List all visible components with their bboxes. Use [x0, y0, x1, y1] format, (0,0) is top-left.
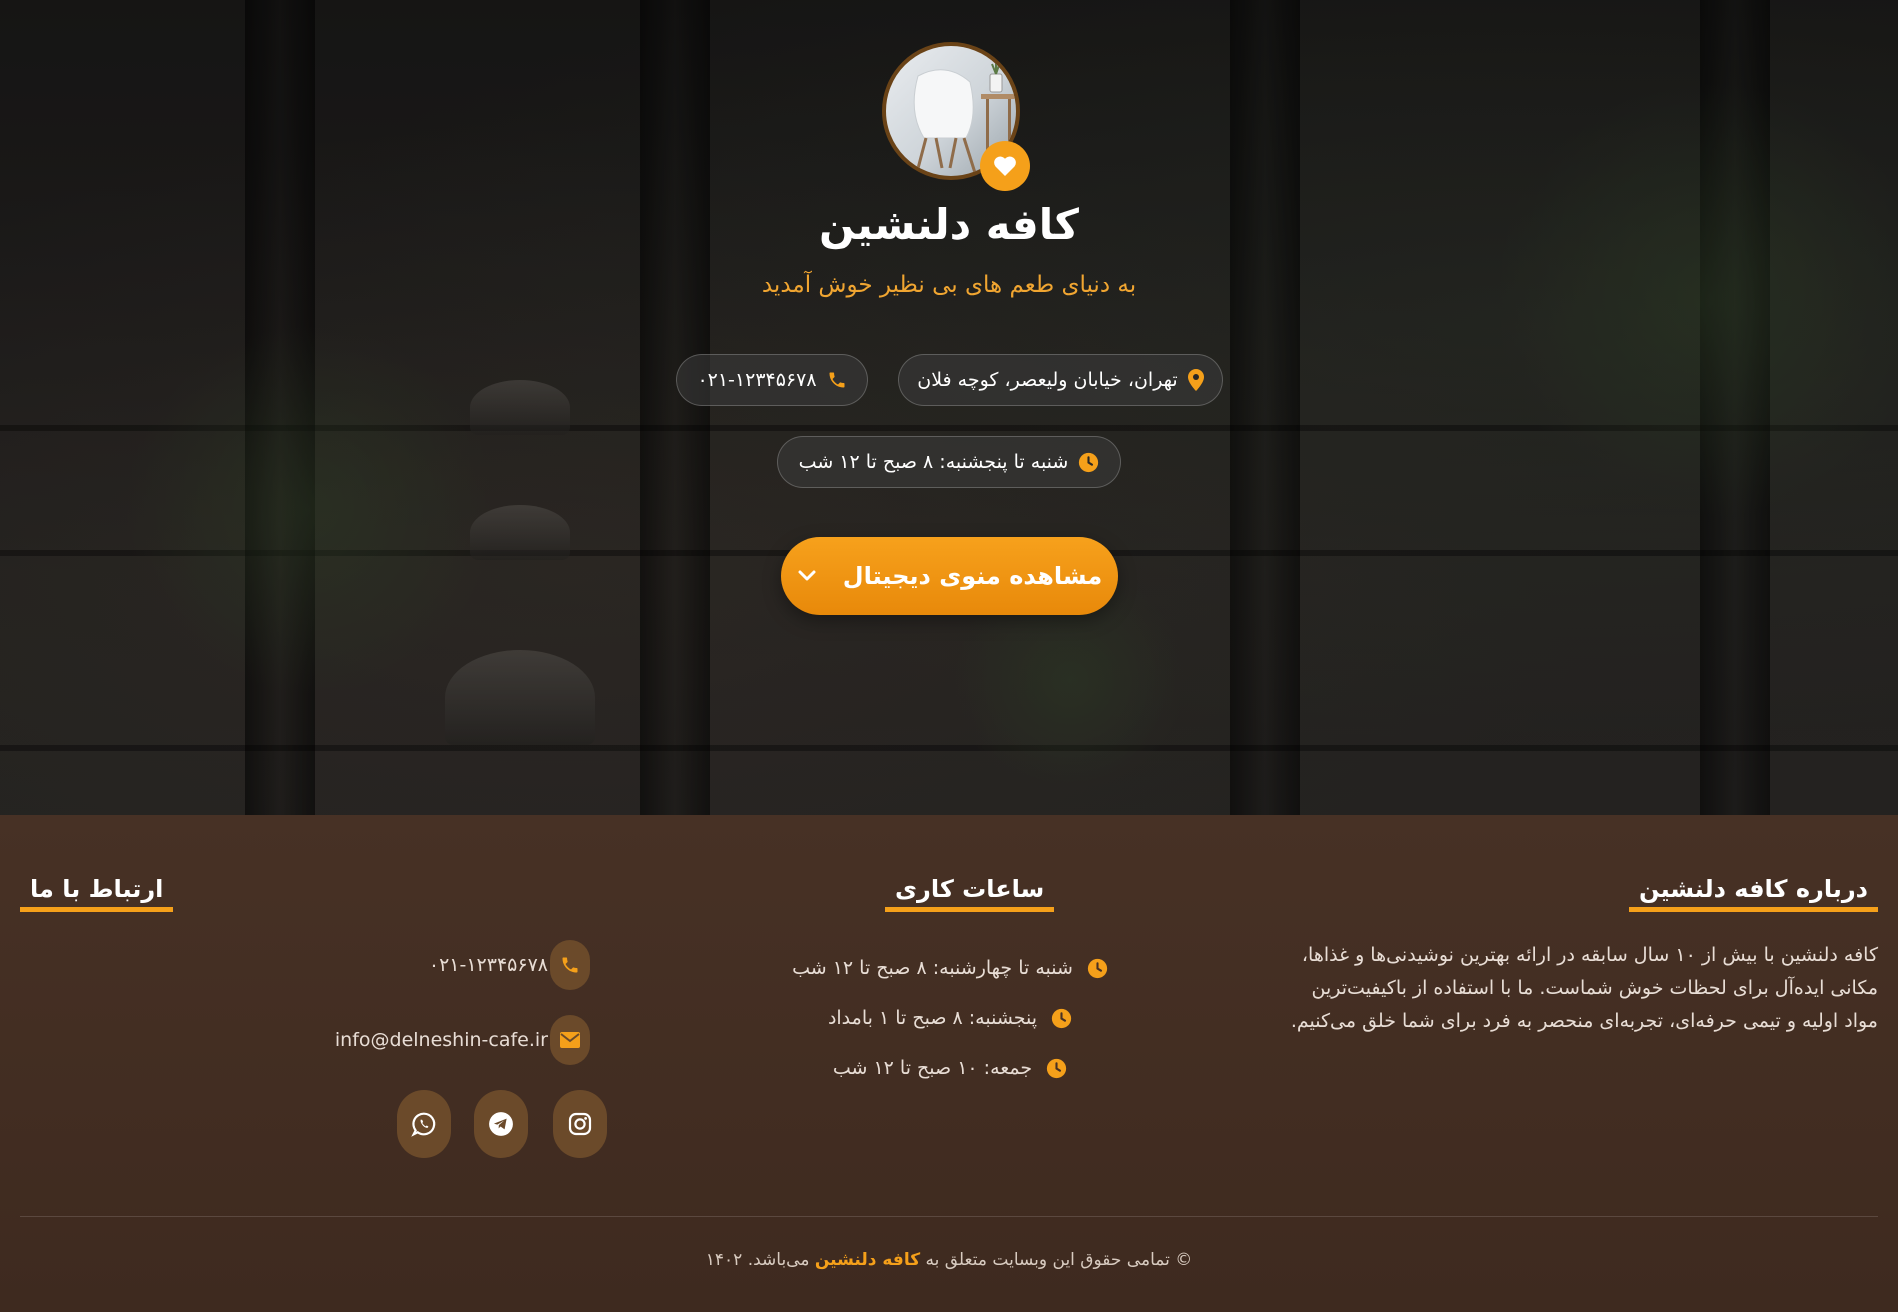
envelope-icon [550, 1015, 590, 1065]
location-pin-icon [1187, 369, 1204, 391]
contact-phone-text: ۰۲۱-۱۲۳۴۵۶۷۸ [428, 954, 548, 976]
hours-item: جمعه: ۱۰ صبح تا ۱۲ شب [680, 1053, 1220, 1083]
address-pill: تهران، خیابان ولیعصر، کوچه فلان [898, 354, 1223, 406]
whatsapp-icon [411, 1112, 436, 1137]
hours-text: شنبه تا پنجشنبه: ۸ صبح تا ۱۲ شب [798, 451, 1069, 473]
instagram-link[interactable] [553, 1090, 607, 1158]
hours-item-text: جمعه: ۱۰ صبح تا ۱۲ شب [832, 1057, 1033, 1079]
phone-icon [550, 940, 590, 990]
hours-item-text: شنبه تا چهارشنبه: ۸ صبح تا ۱۲ شب [792, 957, 1073, 979]
whatsapp-link[interactable] [397, 1090, 451, 1158]
contact-phone[interactable]: ۰۲۱-۱۲۳۴۵۶۷۸ [410, 940, 590, 990]
clock-icon [1047, 1058, 1067, 1078]
chevron-down-icon [798, 570, 816, 581]
hours-item: شنبه تا چهارشنبه: ۸ صبح تا ۱۲ شب [680, 953, 1220, 983]
hours-item-text: پنجشنبه: ۸ صبح تا ۱ بامداد [827, 1007, 1038, 1029]
view-menu-button[interactable]: مشاهده منوی دیجیتال [781, 537, 1118, 615]
copyright-brand[interactable]: کافه دلنشین [815, 1250, 920, 1270]
address-text: تهران، خیابان ولیعصر، کوچه فلان [917, 369, 1178, 391]
phone-pill[interactable]: ۰۲۱-۱۲۳۴۵۶۷۸ [676, 354, 868, 406]
telegram-icon [489, 1112, 513, 1136]
contact-email-text: info@delneshin-cafe.ir [334, 1029, 548, 1051]
hours-item: پنجشنبه: ۸ صبح تا ۱ بامداد [680, 1003, 1220, 1033]
cafe-title: کافه دلنشین [819, 200, 1079, 249]
hours-pill: شنبه تا پنجشنبه: ۸ صبح تا ۱۲ شب [777, 436, 1121, 488]
footer-divider [20, 1216, 1878, 1217]
clock-icon [1051, 1008, 1072, 1028]
clock-icon [1079, 452, 1099, 472]
cafe-subtitle: به دنیای طعم های بی نظیر خوش آمدید [761, 272, 1137, 298]
copyright-suffix: می‌باشد. ۱۴۰۲ [705, 1250, 810, 1270]
about-text: کافه دلنشین با بیش از ۱۰ سال سابقه در ار… [1290, 944, 1878, 1032]
clock-icon [1087, 958, 1108, 978]
hero-section: کافه دلنشین به دنیای طعم های بی نظیر خوش… [0, 0, 1898, 815]
instagram-icon [568, 1112, 592, 1136]
telegram-link[interactable] [474, 1090, 528, 1158]
site-footer: درباره کافه دلنشین کافه دلنشین با بیش از… [0, 815, 1898, 1312]
contact-heading: ارتباط با ما [20, 875, 174, 912]
view-menu-label: مشاهده منوی دیجیتال [842, 562, 1103, 590]
phone-icon [829, 372, 845, 388]
contact-email[interactable]: info@delneshin-cafe.ir [320, 1015, 590, 1065]
heart-icon [980, 141, 1030, 191]
hours-heading: ساعات کاری [885, 875, 1055, 912]
phone-text: ۰۲۱-۱۲۳۴۵۶۷۸ [697, 369, 817, 391]
copyright-prefix: © تمامی حقوق این وبسایت متعلق به [925, 1250, 1193, 1270]
copyright: © تمامی حقوق این وبسایت متعلق به کافه دل… [0, 1250, 1898, 1270]
about-heading: درباره کافه دلنشین [1628, 875, 1878, 912]
